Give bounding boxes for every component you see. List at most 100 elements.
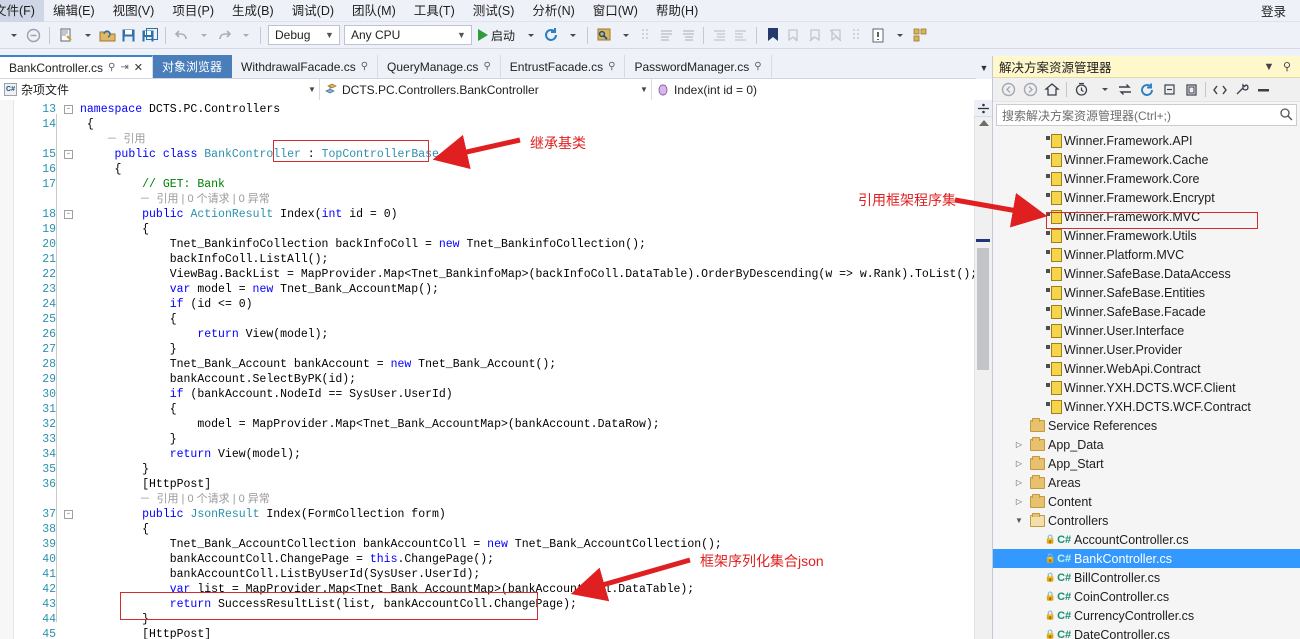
editor-line[interactable]: 36 [HttpPost] <box>14 477 974 492</box>
undo-icon[interactable] <box>171 25 192 46</box>
home-icon[interactable] <box>1041 80 1063 100</box>
properties-icon[interactable] <box>1231 80 1253 100</box>
tree-item[interactable]: Winner.User.Interface <box>993 321 1300 340</box>
editor-line[interactable]: 18- public ActionResult Index(int id = 0… <box>14 207 974 222</box>
view-code-icon[interactable] <box>1209 80 1231 100</box>
editor-line[interactable]: 38 { <box>14 522 974 537</box>
tree-item[interactable]: Winner.Framework.Cache <box>993 150 1300 169</box>
preview-selected-items-icon[interactable] <box>1253 80 1275 100</box>
tree-item[interactable]: Winner.Platform.MVC <box>993 245 1300 264</box>
close-icon[interactable]: ✕ <box>134 61 143 74</box>
error-list-dropdown-icon[interactable] <box>888 25 909 46</box>
editor-line[interactable]: 21 backInfoColl.ListAll(); <box>14 252 974 267</box>
scroll-up-icon[interactable] <box>979 120 989 126</box>
project-combo[interactable]: C# 杂项文件 ▼ <box>0 79 320 100</box>
editor-line[interactable]: 26 return View(model); <box>14 327 974 342</box>
solution-platform-combo[interactable]: Any CPU ▼ <box>344 25 472 45</box>
tree-item[interactable]: Winner.YXH.DCTS.WCF.Client <box>993 378 1300 397</box>
editor-line[interactable]: 22 ViewBag.BackList = MapProvider.Map<Tn… <box>14 267 977 282</box>
navigate-backward-icon[interactable] <box>23 25 44 46</box>
clear-bookmarks-icon[interactable] <box>825 25 846 46</box>
toolbar-overflow-left-icon[interactable] <box>2 25 23 46</box>
menu-item-view[interactable]: 视图(V) <box>104 0 164 22</box>
pin-icon[interactable]: ⚲ <box>483 61 490 72</box>
restart-dropdown-icon[interactable] <box>561 25 582 46</box>
editor-line[interactable]: 24 if (id <= 0) <box>14 297 974 312</box>
type-combo[interactable]: DCTS.PC.Controllers.BankController ▼ <box>320 79 652 100</box>
pending-changes-dropdown-icon[interactable] <box>1092 80 1114 100</box>
tab-withdrawalfacade[interactable]: WithdrawalFacade.cs ⚲ <box>232 55 379 78</box>
editor-line[interactable]: 19 { <box>14 222 974 237</box>
editor-line[interactable]: 42 var list = MapProvider.Map<Tnet_Bank_… <box>14 582 974 597</box>
editor-line[interactable]: 41 bankAccountColl.ListByUserId(SysUser.… <box>14 567 974 582</box>
tree-item[interactable]: Winner.Framework.API <box>993 131 1300 150</box>
previous-bookmark-icon[interactable] <box>783 25 804 46</box>
tree-item[interactable]: 🔒 C# CoinController.cs <box>993 587 1300 606</box>
menu-item-window[interactable]: 窗口(W) <box>584 0 647 22</box>
outlining-collapse-icon[interactable]: - <box>64 510 73 519</box>
tree-item[interactable]: 🔒 C# CurrencyController.cs <box>993 606 1300 625</box>
menu-item-tools[interactable]: 工具(T) <box>405 0 464 22</box>
editor-line[interactable]: 25 { <box>14 312 974 327</box>
new-project-dropdown-icon[interactable] <box>76 25 97 46</box>
editor-vertical-scrollbar[interactable] <box>974 100 992 639</box>
tree-item[interactable]: Winner.Framework.Encrypt <box>993 188 1300 207</box>
pin-icon[interactable]: ⚲ <box>754 61 761 72</box>
unpin-icon[interactable]: ⇥ <box>120 62 128 73</box>
collapse-all-icon[interactable] <box>1158 80 1180 100</box>
editor-line[interactable]: 16 { <box>14 162 974 177</box>
menu-item-project[interactable]: 项目(P) <box>163 0 223 22</box>
tree-item[interactable]: 🔒 C# AccountController.cs <box>993 530 1300 549</box>
new-project-icon[interactable] <box>55 25 76 46</box>
save-all-icon[interactable] <box>139 25 160 46</box>
bookmark-icon[interactable] <box>762 25 783 46</box>
next-bookmark-icon[interactable] <box>804 25 825 46</box>
tab-object-browser[interactable]: 对象浏览器 <box>152 55 232 78</box>
solution-explorer-tree[interactable]: Winner.Framework.API Winner.Framework.Cac… <box>993 131 1300 639</box>
editor-line[interactable]: 32 model = MapProvider.Map<Tnet_Bank_Acc… <box>14 417 974 432</box>
member-combo[interactable]: Index(int id = 0) <box>652 79 992 100</box>
manage-extensions-icon[interactable] <box>909 25 930 46</box>
tab-passwordmanager[interactable]: PasswordManager.cs ⚲ <box>625 55 772 78</box>
tree-item[interactable]: ▷ Content <box>993 492 1300 511</box>
editor-line[interactable]: 44 } <box>14 612 974 627</box>
solution-configuration-combo[interactable]: Debug ▼ <box>268 25 340 45</box>
sync-with-active-document-icon[interactable] <box>1114 80 1136 100</box>
menu-item-help[interactable]: 帮助(H) <box>647 0 707 22</box>
editor-line[interactable]: 30 if (bankAccount.NodeId == SysUser.Use… <box>14 387 974 402</box>
tree-item[interactable]: Winner.Framework.Core <box>993 169 1300 188</box>
window-menu-icon[interactable]: ▼ <box>1260 61 1278 73</box>
pin-icon[interactable]: ⚲ <box>361 61 368 72</box>
tree-item[interactable]: 🔒 C# BillController.cs <box>993 568 1300 587</box>
save-icon[interactable] <box>118 25 139 46</box>
tree-item[interactable]: Winner.Framework.Utils <box>993 226 1300 245</box>
decrease-indent-icon[interactable] <box>730 25 751 46</box>
tab-overflow-icon[interactable]: ▼ <box>976 56 992 79</box>
pin-icon[interactable]: ⚲ <box>608 61 615 72</box>
editor-line[interactable]: 33 } <box>14 432 974 447</box>
editor-line[interactable]: 39 Tnet_Bank_AccountCollection bankAccou… <box>14 537 974 552</box>
editor-line[interactable]: 14 { <box>14 117 974 132</box>
editor-line[interactable]: 17 // GET: Bank <box>14 177 974 192</box>
tree-item[interactable]: Winner.WebApi.Contract <box>993 359 1300 378</box>
tree-item[interactable]: ▷ App_Start <box>993 454 1300 473</box>
search-icon[interactable] <box>1279 107 1293 124</box>
navigate-forward-icon[interactable] <box>1019 80 1041 100</box>
outlining-collapse-icon[interactable]: - <box>64 150 73 159</box>
editor-line[interactable]: 29 bankAccount.SelectByPK(id); <box>14 372 974 387</box>
editor-line[interactable]: 31 { <box>14 402 974 417</box>
navigate-back-icon[interactable] <box>997 80 1019 100</box>
tree-item[interactable]: Service References <box>993 416 1300 435</box>
editor-split-handle-icon[interactable] <box>974 100 992 117</box>
undo-dropdown-icon[interactable] <box>192 25 213 46</box>
menu-item-team[interactable]: 团队(M) <box>343 0 405 22</box>
attach-process-icon[interactable] <box>593 25 614 46</box>
pin-icon[interactable]: ⚲ <box>108 62 115 73</box>
tree-item-selected[interactable]: 🔒 C# BankController.cs <box>993 549 1300 568</box>
chevron-down-icon[interactable]: ▼ <box>1011 516 1027 525</box>
chevron-right-icon[interactable]: ▷ <box>1011 440 1027 449</box>
tree-item[interactable]: Winner.YXH.DCTS.WCF.Contract <box>993 397 1300 416</box>
editor-line[interactable]: 37- public JsonResult Index(FormCollecti… <box>14 507 974 522</box>
pending-changes-icon[interactable] <box>1070 80 1092 100</box>
menu-item-debug[interactable]: 调试(D) <box>283 0 343 22</box>
